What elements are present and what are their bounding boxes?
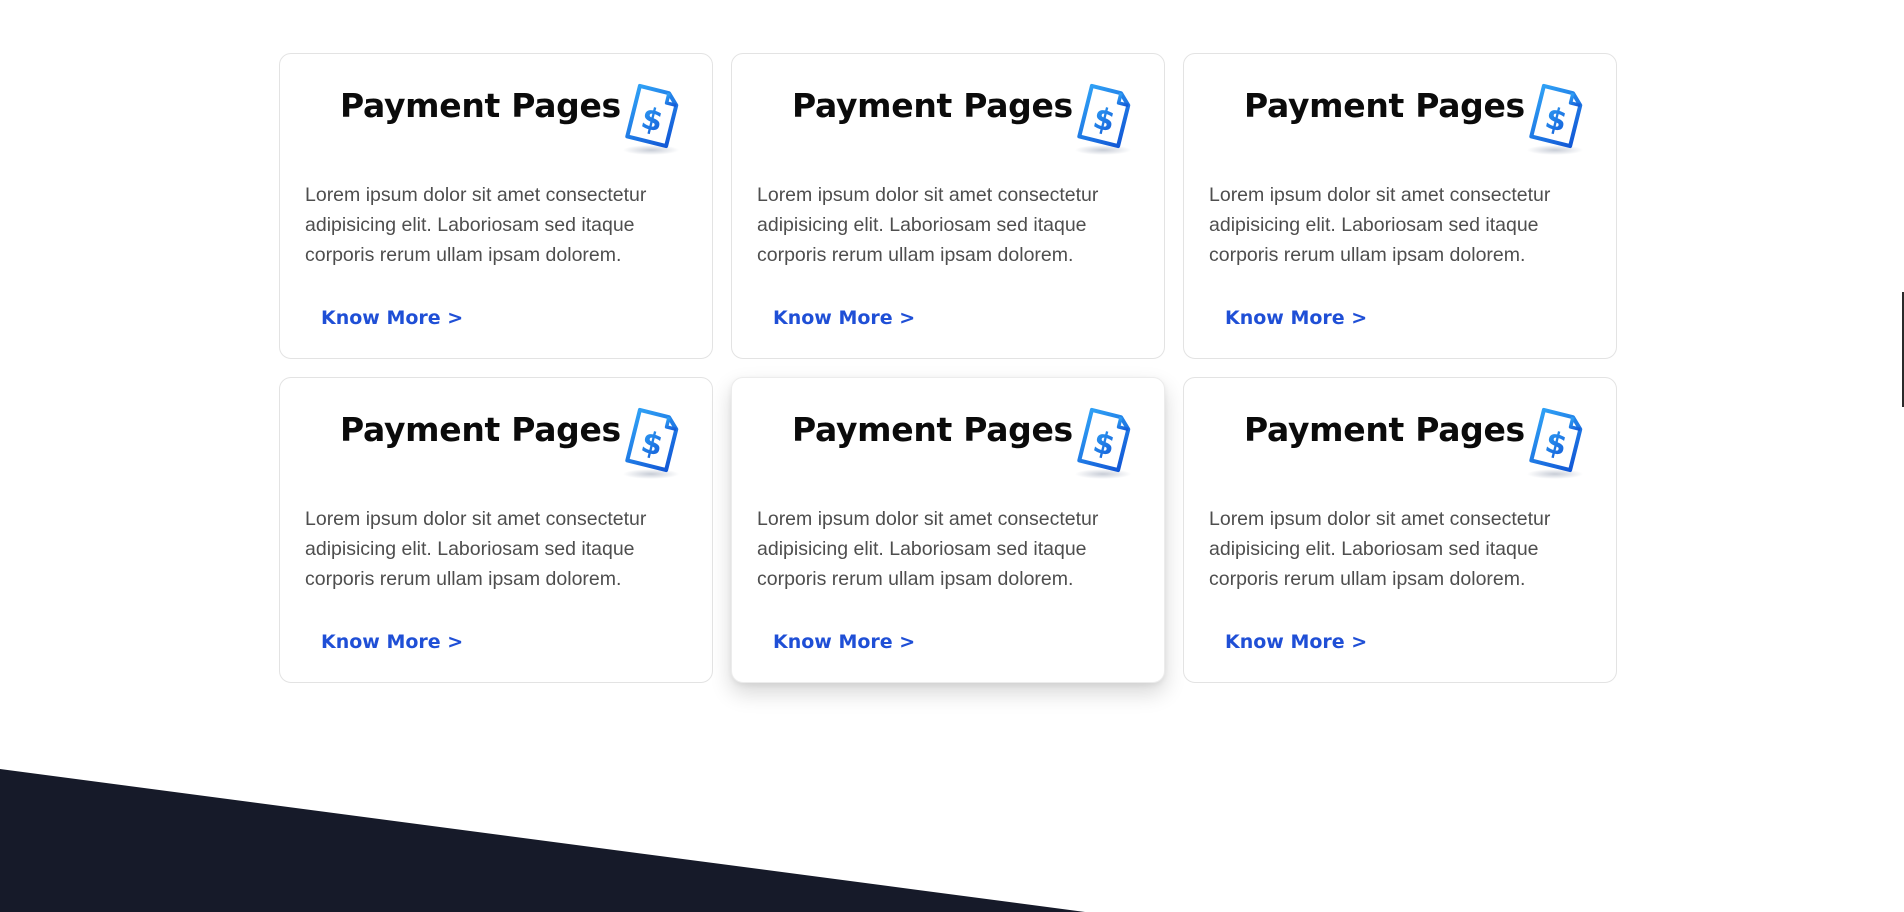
feature-card: Payment Pages $ Lorem ipsum dolor sit am… bbox=[731, 53, 1165, 359]
card-description: Lorem ipsum dolor sit amet consectetur a… bbox=[1209, 508, 1551, 590]
card-title: Payment Pages bbox=[1244, 86, 1525, 125]
card-title: Payment Pages bbox=[1244, 410, 1525, 449]
feature-card: Payment Pages $ Lorem ipsum dolor sit am… bbox=[1183, 377, 1617, 683]
card-title: Payment Pages bbox=[792, 410, 1073, 449]
card-title: Payment Pages bbox=[340, 86, 621, 125]
card-description: Lorem ipsum dolor sit amet consectetur a… bbox=[757, 184, 1099, 266]
dollar-receipt-icon: $ bbox=[623, 83, 679, 155]
know-more-link[interactable]: Know More > bbox=[773, 631, 915, 653]
know-more-link[interactable]: Know More > bbox=[773, 307, 915, 329]
card-title: Payment Pages bbox=[340, 410, 621, 449]
feature-card: Payment Pages $ Lorem ipsum dolor sit am… bbox=[1183, 53, 1617, 359]
feature-card-hovered[interactable]: Payment Pages $ Lorem ipsum dolor sit am… bbox=[731, 377, 1165, 683]
dollar-receipt-icon: $ bbox=[1075, 83, 1131, 155]
feature-card: Payment Pages $ Lorem ipsum dolor sit am… bbox=[279, 377, 713, 683]
know-more-link[interactable]: Know More > bbox=[1225, 631, 1367, 653]
card-title: Payment Pages bbox=[792, 86, 1073, 125]
card-description: Lorem ipsum dolor sit amet consectetur a… bbox=[305, 184, 647, 266]
dollar-receipt-icon: $ bbox=[1527, 83, 1583, 155]
dollar-receipt-icon: $ bbox=[623, 407, 679, 479]
feature-card-grid: Payment Pages $ Lorem ipsum dolor sit am… bbox=[279, 53, 1619, 683]
card-description: Lorem ipsum dolor sit amet consectetur a… bbox=[1209, 184, 1551, 266]
know-more-link[interactable]: Know More > bbox=[321, 631, 463, 653]
card-description: Lorem ipsum dolor sit amet consectetur a… bbox=[305, 508, 647, 590]
dollar-receipt-icon: $ bbox=[1527, 407, 1583, 479]
card-description: Lorem ipsum dolor sit amet consectetur a… bbox=[757, 508, 1099, 590]
feature-card: Payment Pages $ Lorem ipsum dolor sit am… bbox=[279, 53, 713, 359]
dollar-receipt-icon: $ bbox=[1075, 407, 1131, 479]
know-more-link[interactable]: Know More > bbox=[321, 307, 463, 329]
know-more-link[interactable]: Know More > bbox=[1225, 307, 1367, 329]
